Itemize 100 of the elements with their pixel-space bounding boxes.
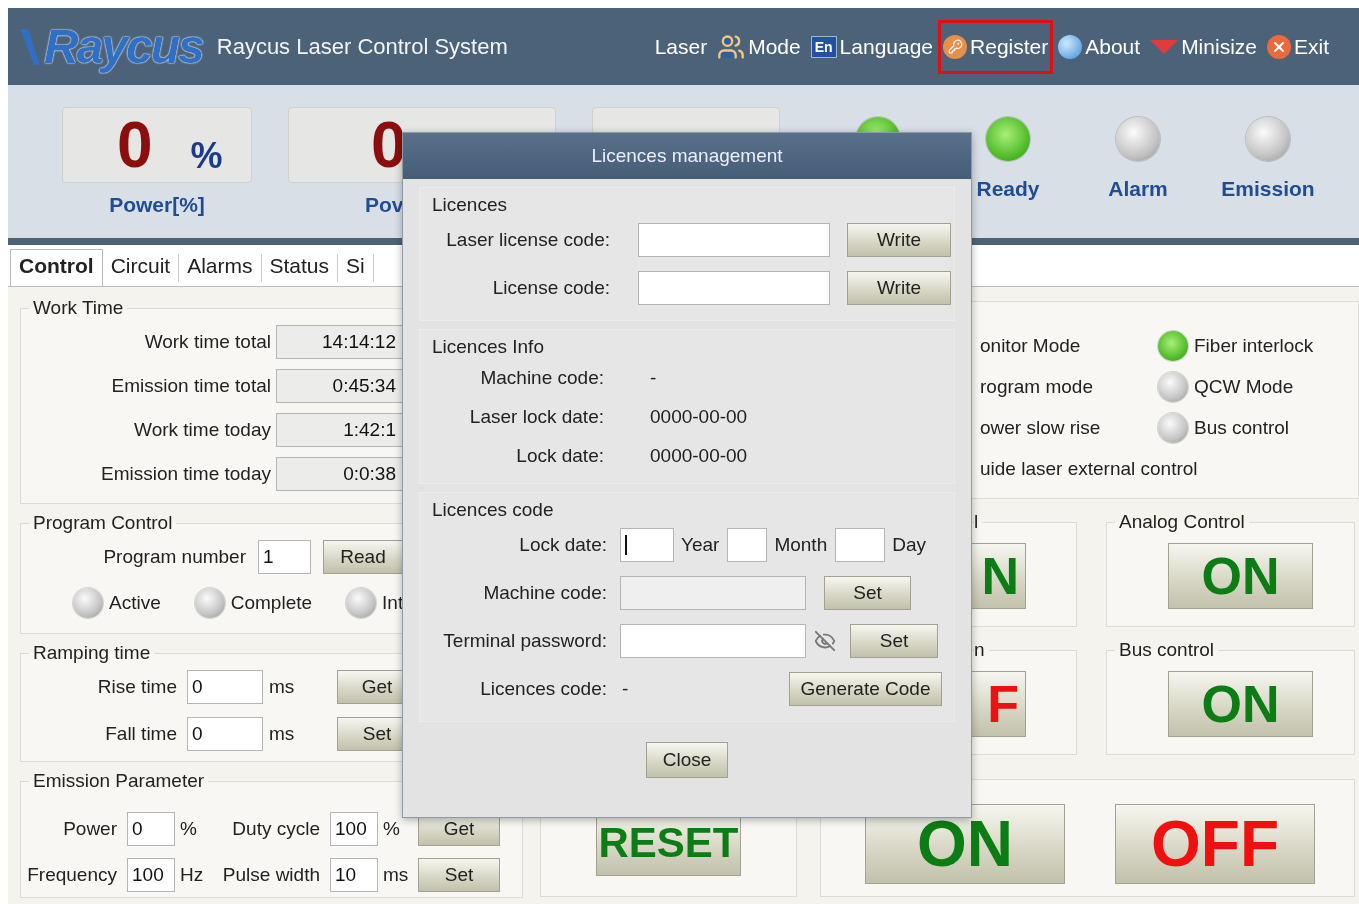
group-title: Ramping time	[32, 642, 152, 664]
field-label: Machine code:	[482, 582, 607, 604]
parameter-field[interactable]: 100	[330, 812, 378, 846]
triangle-icon	[1150, 39, 1179, 54]
menu-item[interactable]: Register	[939, 20, 1053, 73]
indicator-label: Alarm	[1108, 177, 1168, 201]
field-label: Rise time	[96, 676, 177, 698]
indicator-label: Ready	[976, 177, 1040, 201]
people-icon	[717, 32, 746, 61]
field-label: License code:	[491, 277, 610, 299]
number-field[interactable]: 1	[258, 540, 311, 574]
mode-label: uide laser external control	[980, 457, 1198, 480]
code-input[interactable]	[638, 223, 830, 257]
write-button[interactable]: Write	[847, 271, 951, 305]
field-label: Licences code:	[479, 678, 607, 700]
parameter-button[interactable]: Set	[418, 858, 500, 892]
status-label: Int	[382, 592, 404, 614]
tab[interactable]: Circuit	[102, 254, 180, 282]
field-label: Duty cycle	[231, 818, 320, 840]
group-title: Work Time	[32, 297, 125, 319]
date-input[interactable]	[620, 528, 674, 562]
unit-label: %	[180, 818, 198, 840]
menu-item[interactable]: Exit	[1263, 20, 1333, 73]
password-input[interactable]	[620, 624, 806, 658]
status-label: Complete	[230, 592, 313, 614]
info-label: Lock date:	[515, 444, 604, 467]
parameter-field[interactable]: 0	[127, 812, 175, 846]
text-cursor	[625, 535, 627, 555]
info-value: 0000-00-00	[650, 405, 748, 428]
section-title: Licences code	[432, 499, 555, 521]
field-label: Program number	[102, 546, 246, 568]
field-label: Fall time	[104, 723, 177, 745]
display-label: Pov	[365, 193, 404, 217]
tab[interactable]: Status	[261, 254, 339, 282]
group-title: l	[974, 511, 980, 533]
status-label: QCW Mode	[1194, 375, 1294, 398]
menu-item[interactable]: Mode	[713, 18, 805, 75]
status-label: Bus control	[1194, 416, 1290, 439]
tab[interactable]: Alarms	[179, 254, 262, 282]
time-field[interactable]: 0:0:38	[276, 457, 403, 491]
logo: Raycus	[44, 19, 203, 74]
unit-label: ms	[383, 864, 410, 886]
field-label: Emission time total	[110, 375, 271, 397]
tab[interactable]: Control	[10, 249, 103, 286]
switch-button[interactable]: ON	[1168, 671, 1313, 737]
time-field[interactable]: 0:45:34	[276, 369, 403, 403]
field-label: Laser license code:	[445, 229, 610, 251]
key-icon	[943, 34, 968, 59]
mode-label: onitor Mode	[980, 334, 1081, 357]
unit-label: ms	[269, 676, 296, 698]
set-button[interactable]: Set	[850, 624, 938, 658]
tab[interactable]: Si	[338, 254, 374, 282]
close-icon	[1267, 34, 1291, 59]
group-title: n	[974, 639, 986, 661]
group-title: Analog Control	[1118, 511, 1246, 533]
field-label: Emission time today	[100, 463, 271, 485]
generate-code-button[interactable]: Generate Code	[789, 672, 942, 706]
time-field[interactable]: 0	[187, 717, 263, 751]
date-input[interactable]	[835, 528, 886, 562]
switch-button[interactable]: ON	[1168, 543, 1313, 609]
time-field[interactable]: 1:42:1	[276, 413, 403, 447]
parameter-field[interactable]: 100	[127, 858, 175, 892]
menu-item[interactable]: About	[1054, 20, 1145, 73]
time-field[interactable]: 14:14:12	[276, 325, 403, 359]
date-input[interactable]	[727, 528, 768, 562]
section-title: Licences Info	[432, 336, 545, 358]
display-label: Power[%]	[109, 193, 205, 217]
eye-off-icon[interactable]	[814, 630, 836, 652]
info-value: 0000-00-00	[650, 444, 748, 467]
read-button[interactable]: Read	[323, 540, 403, 574]
code-input[interactable]	[638, 271, 830, 305]
field-label: Work time total	[143, 331, 271, 353]
info-value: -	[650, 366, 657, 389]
dialog-title: Licences management	[403, 133, 971, 179]
unit-label: Day	[892, 534, 926, 556]
status-label: Fiber interlock	[1194, 334, 1314, 357]
unit-label: ms	[269, 723, 296, 745]
group-title: Program Control	[32, 512, 174, 534]
set-button[interactable]: Set	[824, 576, 911, 610]
menu-item[interactable]: Laser	[650, 20, 712, 73]
unit-label: Hz	[180, 864, 205, 886]
code-value: -	[622, 678, 629, 700]
unit-label: Month	[774, 534, 828, 556]
field-label: Pulse width	[221, 864, 320, 886]
group-title: Emission Parameter	[32, 770, 206, 792]
indicator-label: Emission	[1221, 177, 1315, 201]
menu-item[interactable]: Minisize	[1146, 20, 1261, 73]
field-label: Work time today	[133, 419, 271, 441]
time-field[interactable]: 0	[187, 670, 263, 704]
app-title: Raycus Laser Control System	[216, 33, 508, 60]
menu-item[interactable]: En Language	[806, 20, 938, 73]
display-value: 0	[117, 108, 153, 182]
section-title: Licences	[432, 194, 508, 216]
close-button[interactable]: Close	[646, 742, 728, 778]
parameter-field[interactable]: 10	[330, 858, 378, 892]
info-label: Laser lock date:	[468, 405, 604, 428]
write-button[interactable]: Write	[847, 223, 951, 257]
laser-button[interactable]: ON	[865, 804, 1065, 885]
mode-label: rogram mode	[980, 375, 1093, 398]
field-label: Lock date:	[518, 534, 607, 556]
